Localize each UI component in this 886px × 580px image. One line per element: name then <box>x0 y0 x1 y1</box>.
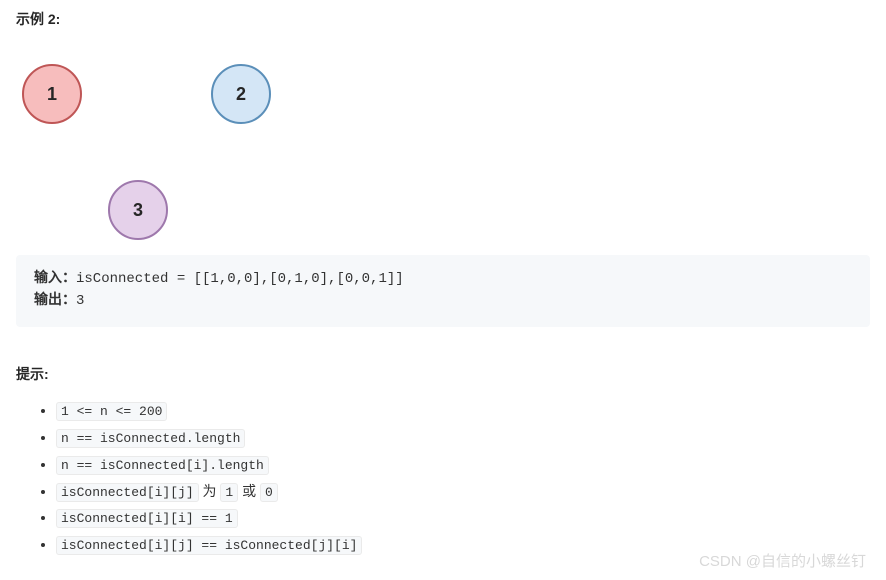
constraint-code: 1 <= n <= 200 <box>56 402 167 421</box>
example-heading: 示例 2: <box>16 8 870 30</box>
input-value: isConnected = [[1,0,0],[0,1,0],[0,0,1]] <box>76 271 404 287</box>
output-value: 3 <box>76 293 84 309</box>
constraint-code: isConnected[i][i] == 1 <box>56 509 238 528</box>
hints-heading: 提示: <box>16 363 870 385</box>
constraint-code: isConnected[i][j] <box>56 483 199 502</box>
list-item: 1 <= n <= 200 <box>56 399 870 423</box>
list-item: isConnected[i][j] 为 1 或 0 <box>56 480 870 504</box>
list-item: isConnected[i][i] == 1 <box>56 506 870 530</box>
constraint-code: n == isConnected[i].length <box>56 456 269 475</box>
constraint-code: 1 <box>220 483 238 502</box>
hints-list: 1 <= n <= 200 n == isConnected.length n … <box>56 399 870 557</box>
output-label: 输出： <box>34 293 76 309</box>
graph-node-2: 2 <box>211 64 271 124</box>
example-code-block: 输入：isConnected = [[1,0,0],[0,1,0],[0,0,1… <box>16 255 870 326</box>
list-item: n == isConnected[i].length <box>56 453 870 477</box>
constraint-code: isConnected[i][j] == isConnected[j][i] <box>56 536 362 555</box>
graph-diagram: 1 2 3 <box>16 42 870 247</box>
hint-text: 或 <box>238 483 260 499</box>
input-label: 输入： <box>34 271 76 287</box>
graph-node-3: 3 <box>108 180 168 240</box>
constraint-code: 0 <box>260 483 278 502</box>
constraint-code: n == isConnected.length <box>56 429 245 448</box>
hint-text: 为 <box>199 483 221 499</box>
graph-node-1: 1 <box>22 64 82 124</box>
list-item: n == isConnected.length <box>56 426 870 450</box>
